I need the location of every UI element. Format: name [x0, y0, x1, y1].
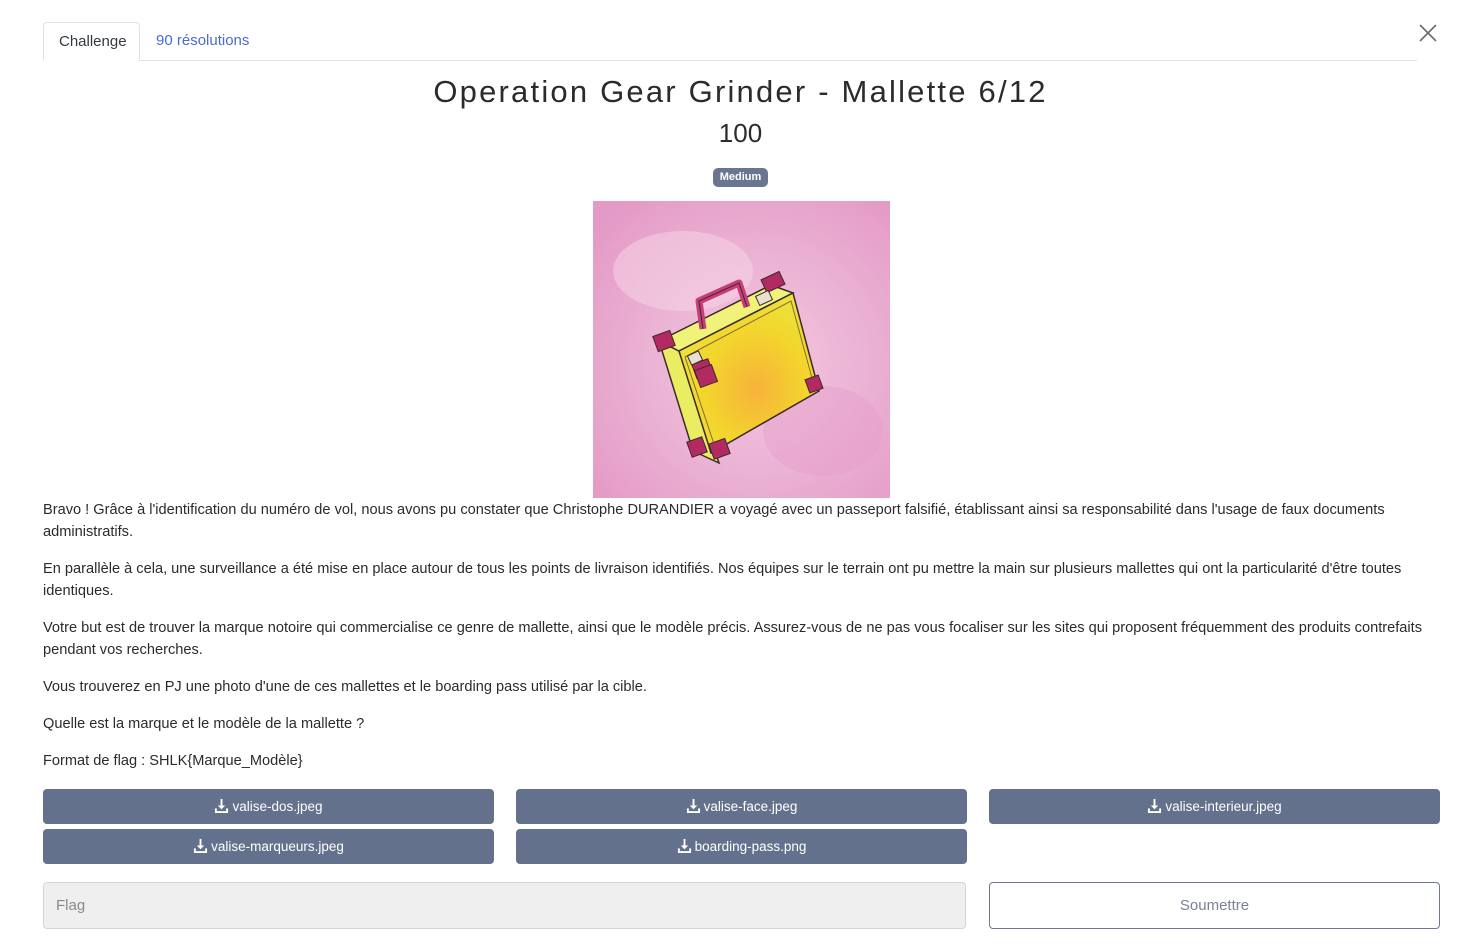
close-button[interactable] — [1416, 21, 1440, 45]
download-icon — [677, 838, 691, 853]
download-filename: boarding-pass.png — [694, 839, 807, 854]
submit-button[interactable]: Soumettre — [989, 882, 1440, 929]
download-filename: valise-marqueurs.jpeg — [211, 839, 344, 854]
description-paragraph: Quelle est la marque et le modèle de la … — [43, 716, 365, 732]
description-paragraph: Votre but est de trouver la marque notoi… — [43, 620, 1423, 658]
download-icon — [1148, 798, 1162, 813]
tab-solves[interactable]: 90 résolutions — [141, 22, 264, 60]
close-icon — [1419, 24, 1437, 42]
download-icon — [194, 838, 208, 853]
difficulty-badge: Medium — [712, 168, 769, 187]
download-button-valise-interieur[interactable]: valise-interieur.jpeg — [989, 789, 1440, 824]
download-button-valise-dos[interactable]: valise-dos.jpeg — [43, 789, 494, 824]
download-button-valise-marqueurs[interactable]: valise-marqueurs.jpeg — [43, 829, 494, 864]
description-paragraph: En parallèle à cela, une surveillance a … — [43, 561, 1402, 599]
description-paragraph: Vous trouverez en PJ une photo d'une de … — [43, 679, 647, 695]
download-button-boarding-pass[interactable]: boarding-pass.png — [516, 829, 967, 864]
tab-challenge[interactable]: Challenge — [43, 22, 140, 61]
tab-bar: Challenge 90 résolutions — [43, 22, 1417, 61]
challenge-points: 100 — [718, 118, 763, 148]
challenge-modal: Challenge 90 résolutions Operation Gear … — [0, 0, 1481, 949]
flag-input[interactable] — [43, 882, 966, 929]
challenge-title: Operation Gear Grinder - Mallette 6/12 — [433, 74, 1048, 109]
suitcase-illustration — [593, 201, 890, 498]
download-icon — [215, 798, 229, 813]
download-icon — [686, 798, 700, 813]
description-paragraph: Bravo ! Grâce à l'identification du numé… — [43, 502, 1385, 540]
download-button-valise-face[interactable]: valise-face.jpeg — [516, 789, 967, 824]
download-filename: valise-face.jpeg — [703, 799, 798, 814]
challenge-description: Bravo ! Grâce à l'identification du numé… — [43, 499, 1433, 787]
badge-row: Medium — [0, 167, 1481, 187]
download-filename: valise-interieur.jpeg — [1165, 799, 1282, 814]
download-filename: valise-dos.jpeg — [232, 799, 323, 814]
description-paragraph: Format de flag : SHLK{Marque_Modèle} — [43, 753, 303, 769]
